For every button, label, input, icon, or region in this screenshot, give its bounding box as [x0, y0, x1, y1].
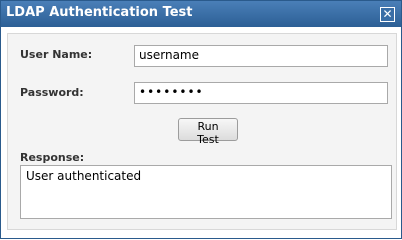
close-icon[interactable]: ✕	[380, 7, 395, 22]
dialog-title: LDAP Authentication Test	[6, 5, 193, 20]
form-panel: User Name: username Password: •••••••• R…	[7, 33, 397, 230]
username-input[interactable]: username	[134, 45, 388, 67]
ldap-test-dialog: LDAP Authentication Test ✕ User Name: us…	[0, 0, 402, 239]
run-test-button[interactable]: Run Test	[178, 118, 238, 146]
response-label: Response:	[20, 151, 85, 164]
password-label: Password:	[20, 86, 84, 99]
username-label: User Name:	[20, 48, 93, 61]
dialog-titlebar[interactable]: LDAP Authentication Test ✕	[1, 1, 401, 27]
response-output[interactable]: User authenticated	[20, 165, 392, 219]
password-input[interactable]: ••••••••	[134, 82, 388, 104]
